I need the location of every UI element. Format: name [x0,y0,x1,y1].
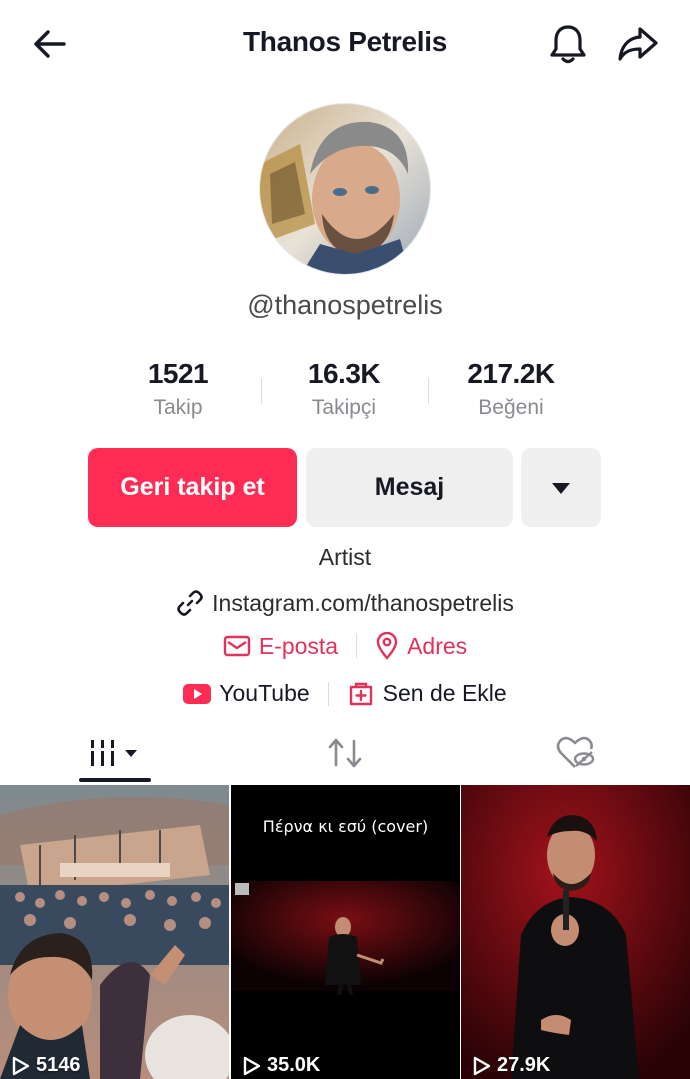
play-icon [243,1056,261,1075]
address-link[interactable]: Adres [375,632,467,660]
username-handle: @thanospetrelis [247,290,443,320]
message-button[interactable]: Mesaj [306,448,513,527]
bio-link[interactable]: Instagram.com/thanospetrelis [0,589,690,617]
repost-icon [328,738,362,768]
avatar-photo [260,104,430,274]
view-count: 27.9K [473,1054,550,1077]
stat-likes-value: 217.2K [467,358,555,389]
tab-videos[interactable] [0,722,230,784]
separator [327,681,329,706]
caret-down-icon [552,482,570,494]
stat-followers-value: 16.3K [307,358,381,389]
add-square-icon [349,682,372,705]
stat-following-label: Takip [153,396,203,419]
youtube-icon [183,683,212,704]
profile-stats: 1521 Takip 16.3K Takipçi 217.2K Beğeni [0,356,690,432]
play-icon [12,1056,30,1075]
email-label: E-posta [258,632,339,659]
location-pin-icon [376,632,398,660]
video-thumbnail-image [0,785,229,1079]
follow-back-button[interactable]: Geri takip et [88,448,297,527]
stat-following[interactable]: 1521 Takip [98,356,258,420]
stat-divider [428,378,429,404]
tab-liked-private[interactable] [460,722,690,784]
stat-following-value: 1521 [147,358,209,389]
avatar[interactable] [259,103,431,275]
address-label: Adres [407,632,468,659]
stat-followers[interactable]: 16.3K Takipçi [264,356,424,420]
stat-likes[interactable]: 217.2K Beğeni [431,356,591,420]
bell-icon [550,25,586,64]
mail-icon [223,635,251,657]
share-icon [618,27,658,61]
play-icon [473,1056,491,1075]
bio-link-text: Instagram.com/thanospetrelis [212,589,514,616]
video-grid: 5146 Πέρνα κι εσύ (cover) 35.0K 27.9K [0,785,690,1079]
bio-text: Artist [318,544,372,570]
video-thumbnail-image [461,785,690,1079]
add-yours-label: Sen de Ekle [382,680,507,706]
more-options-button[interactable] [521,448,601,527]
separator [356,634,358,658]
share-button[interactable] [614,20,662,68]
stat-likes-label: Beğeni [478,396,544,419]
grid-icon [88,740,137,766]
stat-followers-label: Takipçi [311,396,377,419]
social-row: YouTube Sen de Ekle [0,680,690,707]
tab-reposts[interactable] [230,722,460,784]
video-thumbnail[interactable]: Πέρνα κι εσύ (cover) 35.0K [231,785,460,1079]
youtube-label: YouTube [219,680,310,706]
video-thumbnail[interactable]: 27.9K [461,785,690,1079]
video-thumbnail[interactable]: 5146 [0,785,229,1079]
content-tabs [0,722,690,784]
add-yours-link[interactable]: Sen de Ekle [347,680,507,707]
active-tab-indicator [79,778,151,782]
video-caption: Πέρνα κι εσύ (cover) [262,817,429,836]
profile-actions: Geri takip et Mesaj [0,448,690,528]
view-count-text: 5146 [36,1054,81,1076]
view-count-text: 35.0K [267,1054,321,1076]
contact-row: E-posta Adres [0,632,690,660]
view-count: 5146 [12,1054,81,1077]
hidden-heart-icon [556,736,595,768]
notification-bell-button[interactable] [544,20,592,68]
youtube-link[interactable]: YouTube [183,680,310,707]
view-count-text: 27.9K [497,1054,551,1076]
top-bar: Thanos Petrelis [0,0,690,88]
email-link[interactable]: E-posta [223,633,338,660]
link-icon [177,590,203,616]
stat-divider [261,378,262,404]
view-count: 35.0K [243,1054,320,1077]
